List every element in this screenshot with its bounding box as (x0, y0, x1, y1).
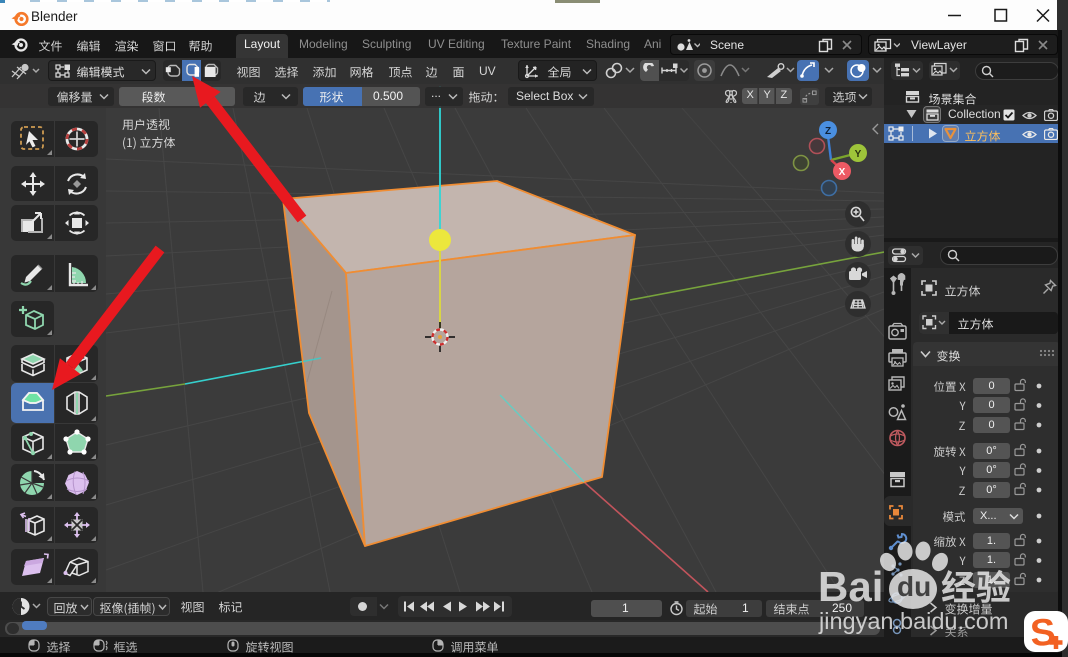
svg-text:X: X (839, 167, 846, 178)
svg-text:Z: Z (825, 126, 831, 137)
svg-text:Y: Y (855, 149, 862, 160)
